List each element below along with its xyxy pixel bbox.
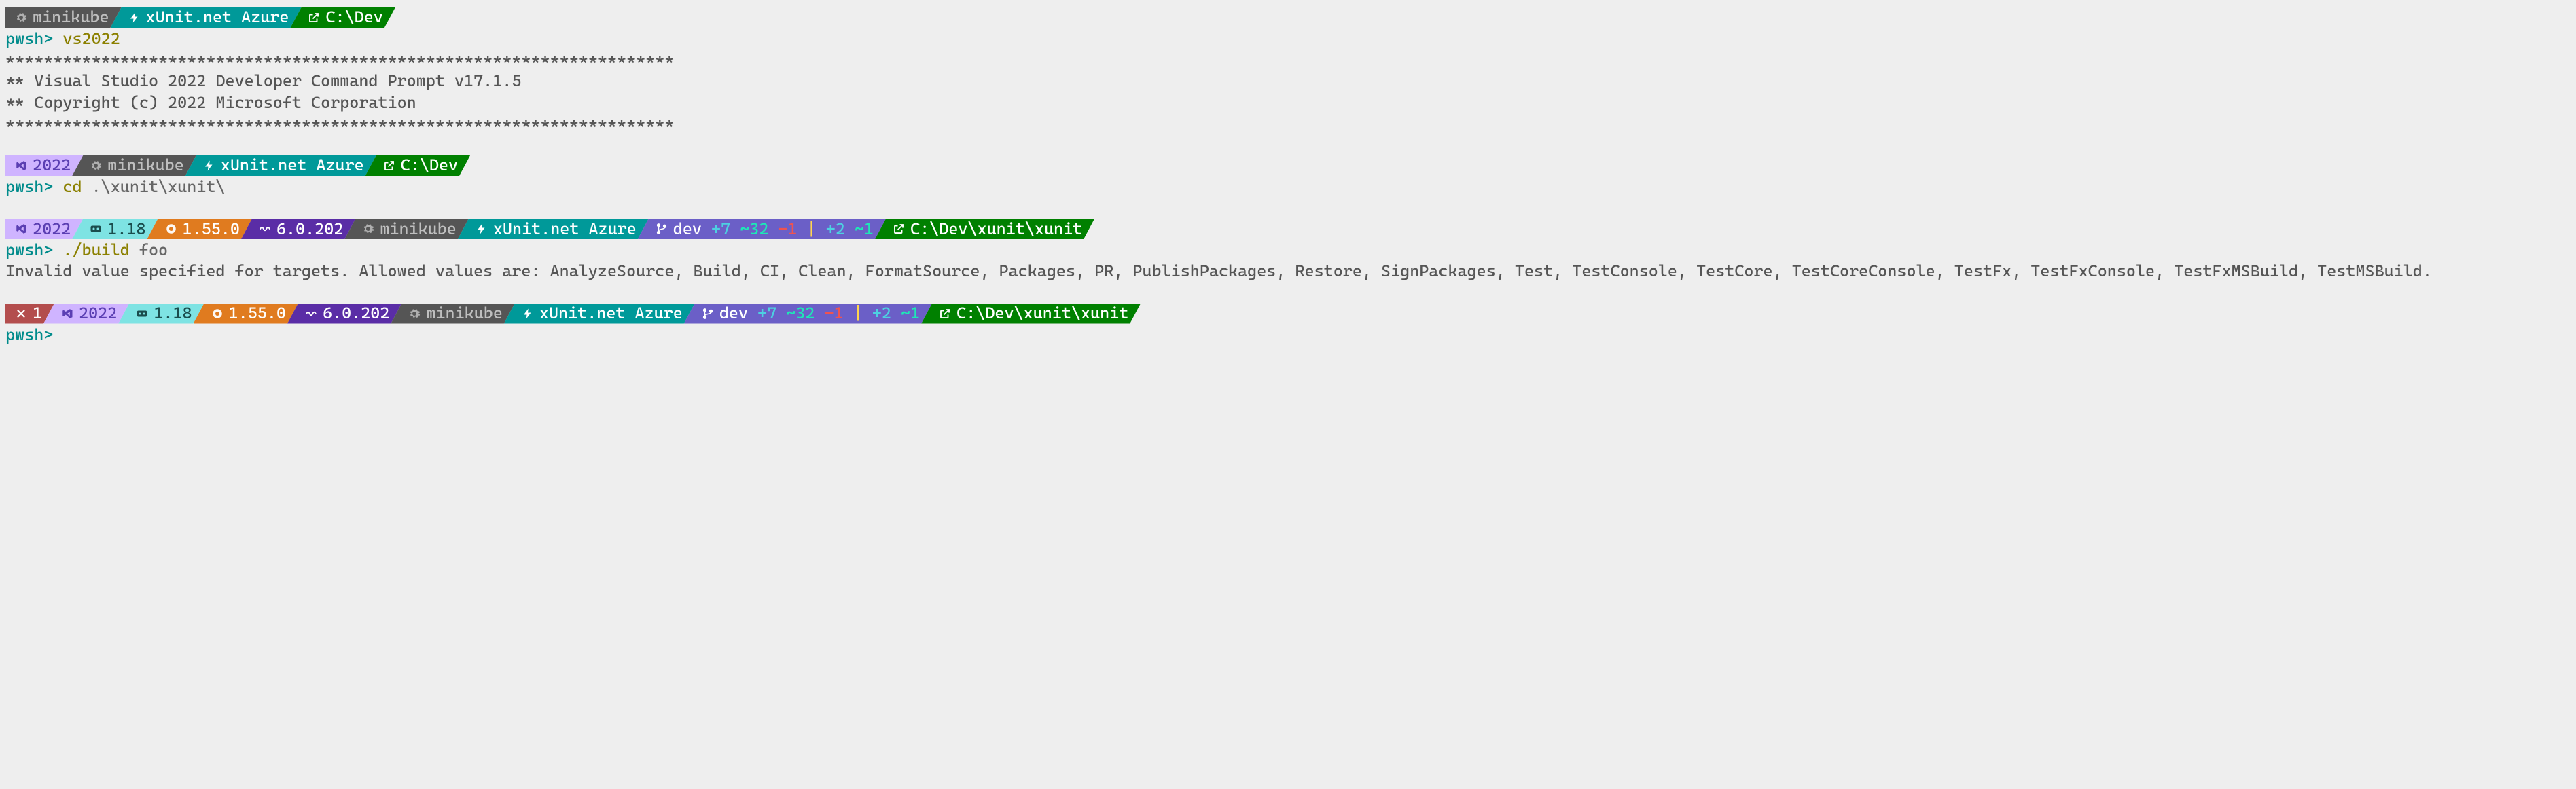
segment-label: 2022 [33, 219, 71, 240]
output-line: ****************************************… [5, 50, 2571, 71]
x-icon [15, 308, 27, 320]
prompt-label: pwsh> [5, 240, 53, 259]
gear-icon [90, 160, 102, 172]
powerline-segment-rust: 1.55.0 [194, 304, 298, 324]
link-icon [939, 308, 951, 320]
segment-label: 1.18 [154, 303, 192, 324]
powerline-row: 2022 1.18 1.55.0 6.0.202 minikube xUnit.net A… [5, 219, 2571, 239]
wave-icon [305, 308, 317, 320]
powerline-row: 1 2022 1.18 1.55.0 6.0.202 minikube xUnit.net … [5, 304, 2571, 324]
powerline-segment-bolt: xUnit.net Azure [504, 304, 695, 324]
go-icon [90, 223, 102, 235]
gear-icon [15, 12, 27, 24]
command-line[interactable]: pwsh> cd .\xunit\xunit\ [5, 177, 2571, 198]
git-status: dev +7 ~32 -1 | +2 ~1 [719, 303, 920, 324]
segment-label: 1 [33, 303, 42, 324]
command-text: vs2022 [62, 29, 120, 48]
powerline-segment-link: C:\Dev [290, 7, 395, 28]
gear-icon [362, 223, 374, 235]
prompt-label: pwsh> [5, 325, 53, 344]
link-icon [308, 12, 320, 24]
segment-label: xUnit.net Azure [221, 155, 364, 176]
bolt-icon [522, 308, 534, 320]
bolt-icon [203, 160, 215, 172]
powerline-segment-link: C:\Dev [365, 155, 470, 176]
command-line[interactable]: pwsh> [5, 325, 2571, 346]
segment-label: minikube [107, 155, 184, 176]
powerline-segment-go: 1.18 [72, 219, 158, 239]
blank-line [5, 134, 2571, 153]
segment-label: 2022 [33, 155, 71, 176]
output-line: ** Copyright (c) 2022 Microsoft Corporat… [5, 92, 2571, 113]
powerline-segment-gear: minikube [391, 304, 515, 324]
prompt-label: pwsh> [5, 29, 53, 48]
powerline-segment-link: C:\Dev\xunit\xunit [921, 304, 1141, 324]
segment-label: minikube [426, 303, 503, 324]
command-text: cd [62, 177, 82, 196]
powerline-segment-wave: 6.0.202 [241, 219, 355, 239]
segment-label: xUnit.net Azure [146, 7, 289, 28]
segment-label: 1.55.0 [229, 303, 286, 324]
blank-line [5, 198, 2571, 217]
segment-label: xUnit.net Azure [539, 303, 683, 324]
output-line: ****************************************… [5, 113, 2571, 134]
command-arg: foo [139, 240, 168, 259]
output-line: Invalid value specified for targets. All… [5, 261, 2571, 282]
segment-label: C:\Dev [325, 7, 382, 28]
vs-icon [15, 223, 27, 235]
segment-label: C:\Dev [401, 155, 458, 176]
powerline-segment-vs: 2022 [5, 219, 83, 239]
segment-label: minikube [33, 7, 109, 28]
powerline-segment-gear: minikube [72, 155, 196, 176]
bolt-icon [128, 12, 141, 24]
rust-icon [165, 223, 177, 235]
powerline-row: minikube xUnit.net Azure C:\Dev [5, 7, 2571, 28]
powerline-segment-vs: 2022 [43, 304, 129, 324]
powerline-row: 2022 minikube xUnit.net Azure C:\Dev [5, 155, 2571, 176]
segment-label: 1.55.0 [183, 219, 240, 240]
branch-icon [702, 308, 714, 320]
output-line: ** Visual Studio 2022 Developer Command … [5, 71, 2571, 92]
command-arg: .\xunit\xunit\ [92, 177, 226, 196]
bolt-icon [476, 223, 488, 235]
command-line[interactable]: pwsh> vs2022 [5, 29, 2571, 50]
command-text: ./build [62, 240, 129, 259]
segment-label: C:\Dev\xunit\xunit [956, 303, 1128, 324]
powerline-segment-wave: 6.0.202 [287, 304, 401, 324]
command-line[interactable]: pwsh> ./build foo [5, 240, 2571, 261]
terminal-output: minikubexUnit.net AzureC:\Devpwsh> vs202… [5, 7, 2571, 346]
powerline-segment-branch: dev +7 ~32 -1 | +2 ~1 [638, 219, 886, 239]
powerline-segment-go: 1.18 [118, 304, 204, 324]
segment-label: minikube [380, 219, 457, 240]
segment-label: C:\Dev\xunit\xunit [910, 219, 1082, 240]
powerline-segment-gear: minikube [344, 219, 469, 239]
vs-icon [15, 160, 27, 172]
segment-label: 6.0.202 [323, 303, 389, 324]
powerline-segment-bolt: xUnit.net Azure [185, 155, 376, 176]
branch-icon [656, 223, 668, 235]
powerline-segment-link: C:\Dev\xunit\xunit [875, 219, 1094, 239]
powerline-segment-vs: 2022 [5, 155, 83, 176]
link-icon [383, 160, 395, 172]
segment-label: 2022 [79, 303, 117, 324]
blank-line [5, 282, 2571, 301]
powerline-segment-bolt: xUnit.net Azure [458, 219, 649, 239]
rust-icon [211, 308, 223, 320]
segment-label: 6.0.202 [276, 219, 343, 240]
wave-icon [259, 223, 271, 235]
powerline-segment-bolt: xUnit.net Azure [111, 7, 302, 28]
go-icon [136, 308, 148, 320]
gear-icon [408, 308, 421, 320]
link-icon [893, 223, 905, 235]
powerline-segment-rust: 1.55.0 [147, 219, 252, 239]
powerline-segment-branch: dev +7 ~32 -1 | +2 ~1 [684, 304, 932, 324]
git-status: dev +7 ~32 -1 | +2 ~1 [673, 219, 874, 240]
powerline-segment-gear: minikube [5, 7, 122, 28]
segment-label: xUnit.net Azure [493, 219, 637, 240]
segment-label: 1.18 [107, 219, 145, 240]
vs-icon [61, 308, 73, 320]
prompt-label: pwsh> [5, 177, 53, 196]
